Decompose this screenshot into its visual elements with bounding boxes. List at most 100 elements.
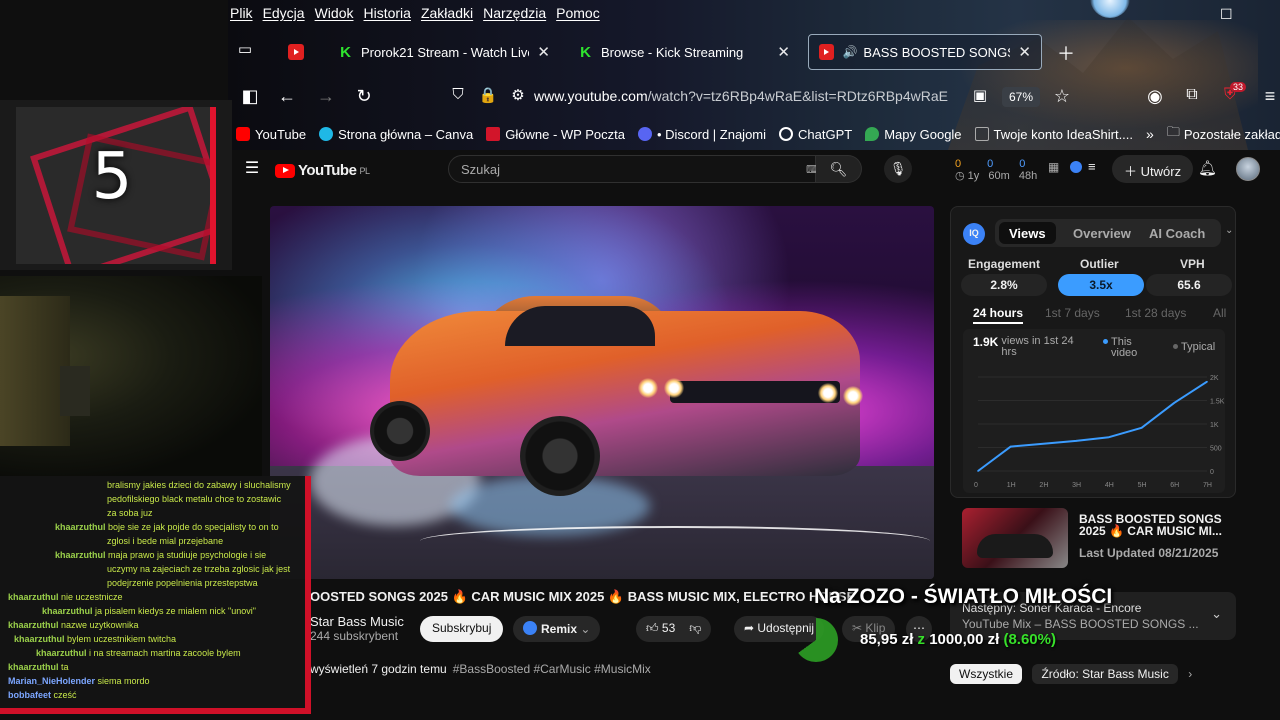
menu-history[interactable]: Historia: [364, 5, 411, 21]
menu-view[interactable]: Widok: [315, 5, 354, 21]
youtube-play-icon: [275, 163, 295, 178]
chat-message: khaarzuthul maja prawo ja studiuje psych…: [55, 548, 266, 562]
bookmark-chatgpt[interactable]: ChatGPT: [779, 127, 852, 142]
vidiq-panel: IQ Views Overview AI Coach ⌄ Engagement …: [950, 206, 1236, 498]
bookmark-youtube[interactable]: YouTube: [236, 127, 306, 142]
bookmark-wp-poczta[interactable]: Główne - WP Poczta: [486, 127, 625, 142]
period-all[interactable]: All: [1213, 306, 1226, 320]
kick-icon: K: [580, 43, 591, 61]
create-button[interactable]: ＋ Utwórz: [1112, 155, 1194, 183]
chevron-down-icon[interactable]: ⌄: [1211, 606, 1222, 622]
search-input[interactable]: Szukaj: [448, 155, 816, 183]
related-video-card[interactable]: BASS BOOSTED SONGS 2025 🔥 CAR MUSIC MI..…: [962, 508, 1236, 568]
hashtags[interactable]: #BassBoosted #CarMusic #MusicMix: [453, 662, 651, 676]
bookmark-other[interactable]: 🗀Pozostałe zakładki: [1167, 123, 1280, 145]
bookmark-maps[interactable]: Mapy Google: [865, 127, 962, 142]
remix-button[interactable]: Remix ⌄: [513, 616, 601, 642]
forward-icon[interactable]: →: [314, 86, 338, 107]
tab-ai-coach[interactable]: AI Coach: [1139, 222, 1215, 244]
data-point: [977, 470, 979, 472]
counter-60m: 0: [987, 158, 994, 170]
discord-icon: [637, 127, 652, 141]
screenshot-icon[interactable]: ▣: [968, 86, 992, 104]
bookmark-star-icon[interactable]: ☆: [1050, 86, 1074, 107]
light-wave: [420, 526, 930, 556]
menu-file[interactable]: Plik: [230, 5, 253, 21]
url-host: www.youtube.com: [534, 88, 648, 104]
chat-message: zglosi i bede mial przejebane: [107, 534, 223, 548]
video-player[interactable]: [270, 206, 934, 579]
outlier-label: Outlier: [1080, 257, 1119, 271]
label-48h: 48h: [1018, 170, 1038, 182]
x-tick-label: 7H: [1203, 482, 1212, 489]
url-bar[interactable]: www.youtube.com/watch?v=tz6RBp4wRaE&list…: [534, 88, 959, 104]
chat-text: boje sie ze jak pojde do specjalisty to …: [108, 522, 279, 532]
chat-text: zglosi i bede mial przejebane: [107, 536, 224, 546]
menu-edit[interactable]: Edycja: [263, 5, 305, 21]
outlier-value: 3.5x: [1058, 274, 1144, 296]
extensions-icon[interactable]: ⧉: [1180, 86, 1204, 104]
youtube-logo[interactable]: YouTube PL: [275, 162, 370, 179]
voice-search-button[interactable]: 🎙︎: [884, 155, 912, 183]
period-24-hours[interactable]: 24 hours: [973, 306, 1024, 324]
guide-menu-icon[interactable]: ☰: [240, 158, 264, 178]
account-icon[interactable]: ◉: [1143, 86, 1167, 107]
window-maximize-icon[interactable]: ☐: [1220, 6, 1233, 23]
permissions-icon[interactable]: ⚙: [506, 86, 530, 104]
tab-overview-icon[interactable]: ▭: [233, 40, 257, 58]
canva-icon: [319, 127, 334, 141]
chevron-right-icon[interactable]: ›: [1188, 667, 1192, 681]
close-tab-icon[interactable]: ✕: [777, 43, 790, 61]
period-28-days[interactable]: 1st 28 days: [1125, 306, 1186, 320]
chip-source[interactable]: Źródło: Star Bass Music: [1032, 664, 1178, 684]
new-tab-icon[interactable]: ＋: [1054, 40, 1078, 66]
chat-text: ja pisalem kiedys ze mialem nick "unovi": [95, 606, 256, 616]
menu-tools[interactable]: Narzędzia: [483, 5, 546, 21]
bookmark-ideashirt[interactable]: Twoje konto IdeaShirt....: [974, 127, 1133, 142]
channel-name[interactable]: Star Bass Music: [310, 614, 404, 629]
tab-pinned-youtube[interactable]: [278, 34, 322, 70]
tab-views[interactable]: Views: [999, 222, 1056, 244]
chevron-down-icon[interactable]: ⌄: [1225, 225, 1233, 236]
extension-badge: 33: [1230, 82, 1247, 92]
car-wheel: [370, 401, 430, 461]
chat-text: bralismy jakies dzieci do zabawy i sluch…: [107, 480, 291, 490]
close-tab-icon[interactable]: ✕: [537, 43, 550, 61]
youtube-icon: [236, 127, 250, 141]
notifications-bell-icon[interactable]: 🔔︎: [1198, 159, 1217, 177]
y-tick-label: 1.5K: [1210, 399, 1225, 406]
chip-all[interactable]: Wszystkie: [950, 664, 1022, 684]
tab-prorok21[interactable]: K Prorok21 Stream - Watch Live o ✕: [328, 34, 560, 70]
vidiq-menu-icon[interactable]: ≡: [1088, 159, 1096, 174]
bookmarks-overflow-icon[interactable]: »: [1146, 126, 1154, 142]
tab-overview[interactable]: Overview: [1063, 222, 1141, 244]
period-7-days[interactable]: 1st 7 days: [1045, 306, 1100, 320]
menu-bookmarks[interactable]: Zakładki: [421, 5, 473, 21]
shield-icon[interactable]: ⛉: [446, 86, 470, 103]
like-icon[interactable]: 👍︎: [646, 621, 659, 635]
close-tab-icon[interactable]: ✕: [1018, 43, 1031, 61]
bookmark-canva[interactable]: Strona główna – Canva: [319, 127, 473, 142]
vidiq-grid-icon[interactable]: ▦: [1048, 160, 1059, 174]
subscribe-button[interactable]: Subskrybuj: [420, 616, 504, 642]
avatar[interactable]: [1236, 157, 1260, 181]
app-menu-icon[interactable]: ≡: [1258, 86, 1280, 107]
bookmark-label: Główne - WP Poczta: [505, 126, 625, 142]
tab-title: Browse - Kick Streaming: [600, 44, 744, 60]
tab-bass-boosted[interactable]: 🔊 BASS BOOSTED SONGS 20 ✕: [808, 34, 1042, 70]
speaker-icon[interactable]: 🔊: [842, 45, 857, 59]
chevron-down-icon[interactable]: ⌄: [580, 622, 590, 636]
vidiq-counters[interactable]: 0 0 0 ◷ 1y 60m 48h: [955, 158, 1037, 182]
dislike-icon[interactable]: 👎︎: [689, 621, 701, 635]
mic-icon: 🎙︎: [889, 161, 907, 176]
lock-icon[interactable]: 🔒: [476, 86, 500, 104]
tab-kick-browse[interactable]: K Browse - Kick Streaming ✕: [568, 34, 800, 70]
reload-icon[interactable]: ↻: [352, 86, 376, 107]
search-button[interactable]: 🔍︎: [816, 155, 862, 183]
menu-help[interactable]: Pomoc: [556, 5, 600, 21]
vidiq-icon[interactable]: [1070, 161, 1082, 173]
back-icon[interactable]: ←: [275, 86, 299, 107]
bookmark-discord[interactable]: • Discord | Znajomi: [637, 127, 766, 142]
zoom-level[interactable]: 67%: [1002, 87, 1041, 107]
sidebar-toggle-icon[interactable]: ◧: [238, 86, 262, 107]
